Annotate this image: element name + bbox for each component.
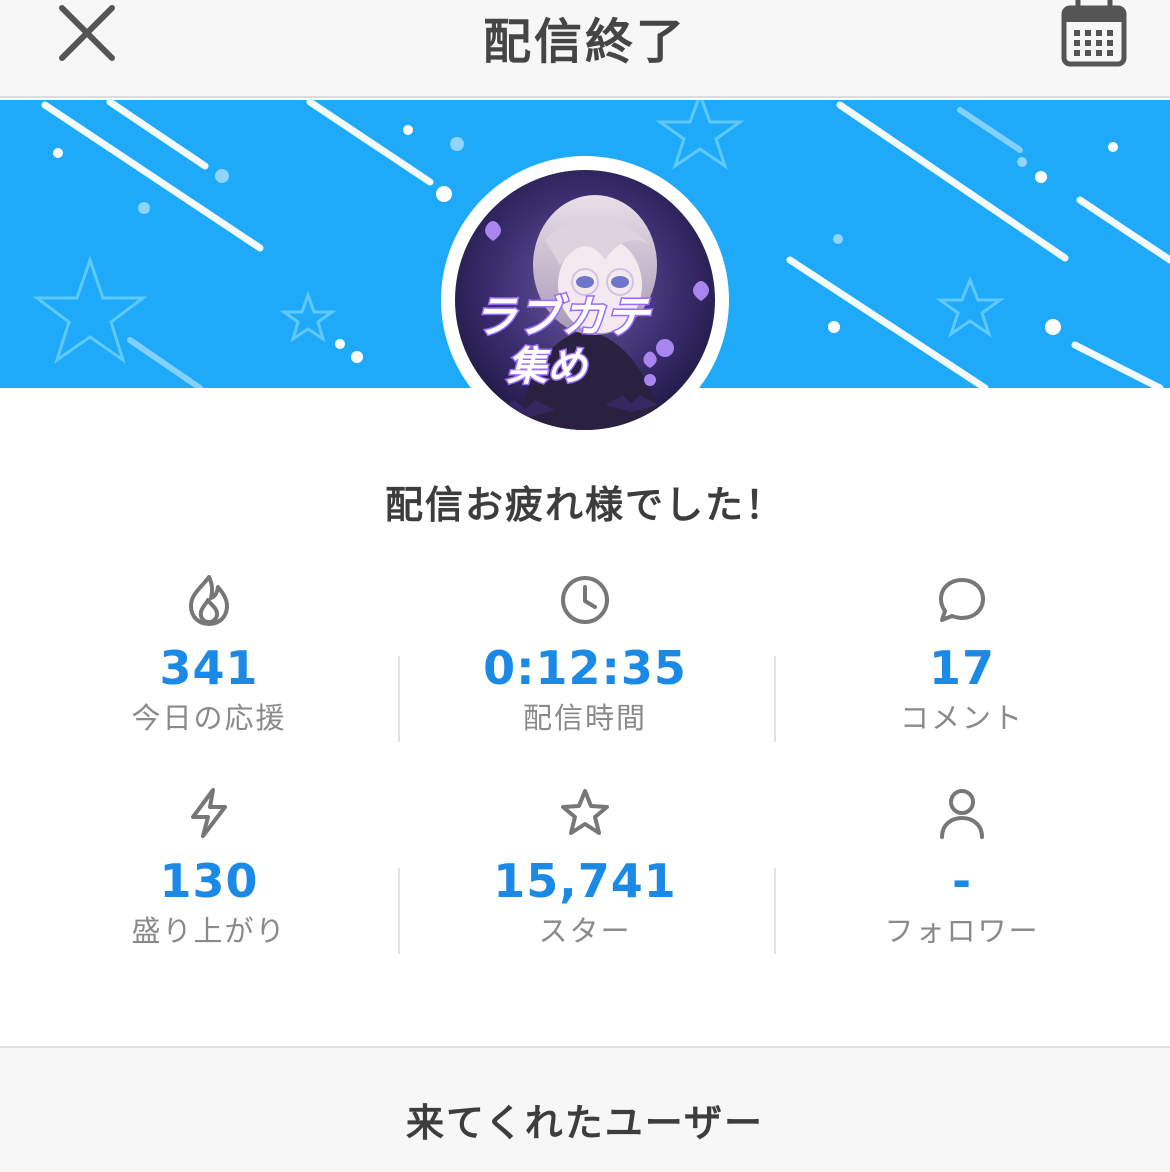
divider [398, 656, 400, 742]
comment-icon [934, 572, 990, 628]
stat-value: - [951, 854, 973, 908]
divider [774, 656, 776, 742]
stat-comments: 17 コメント [802, 572, 1122, 738]
calendar-icon[interactable] [1058, 0, 1130, 72]
stat-followers: - フォロワー [802, 785, 1122, 951]
avatar-title-line1: ラブカテ [473, 292, 652, 343]
header-bar: 配信終了 [0, 0, 1170, 98]
visitors-section[interactable]: 来てくれたユーザー [0, 1046, 1170, 1172]
stat-value: 0:12:35 [483, 641, 687, 695]
divider [398, 868, 400, 954]
visitors-title: 来てくれたユーザー [405, 1101, 765, 1145]
page-title: 配信終了 [482, 14, 687, 70]
stat-label: コメント [899, 701, 1024, 735]
stat-label: 配信時間 [522, 701, 647, 735]
stat-value: 15,741 [493, 854, 677, 908]
stat-label: スター [538, 914, 632, 948]
stat-duration: 0:12:35 配信時間 [425, 572, 745, 738]
stat-label: 今日の応援 [131, 701, 287, 735]
stat-value: 130 [159, 854, 259, 908]
stat-label: 盛り上がり [131, 914, 287, 948]
clock-icon [557, 572, 613, 628]
lightning-icon [181, 785, 237, 841]
stat-excitement: 130 盛り上がり [49, 785, 369, 951]
avatar-title-line2: 集め [506, 344, 589, 390]
stat-support: 341 今日の応援 [49, 572, 369, 738]
stat-value: 341 [159, 641, 259, 695]
star-icon [557, 785, 613, 841]
stat-value: 17 [928, 641, 995, 695]
stat-label: フォロワー [884, 914, 1040, 948]
divider [774, 868, 776, 954]
user-icon [934, 785, 990, 841]
stat-stars: 15,741 スター [425, 785, 745, 951]
avatar[interactable]: ラブカテ 集め [455, 170, 715, 430]
fire-icon [181, 572, 237, 628]
thanks-message: 配信お疲れ様でした！ [384, 483, 785, 527]
